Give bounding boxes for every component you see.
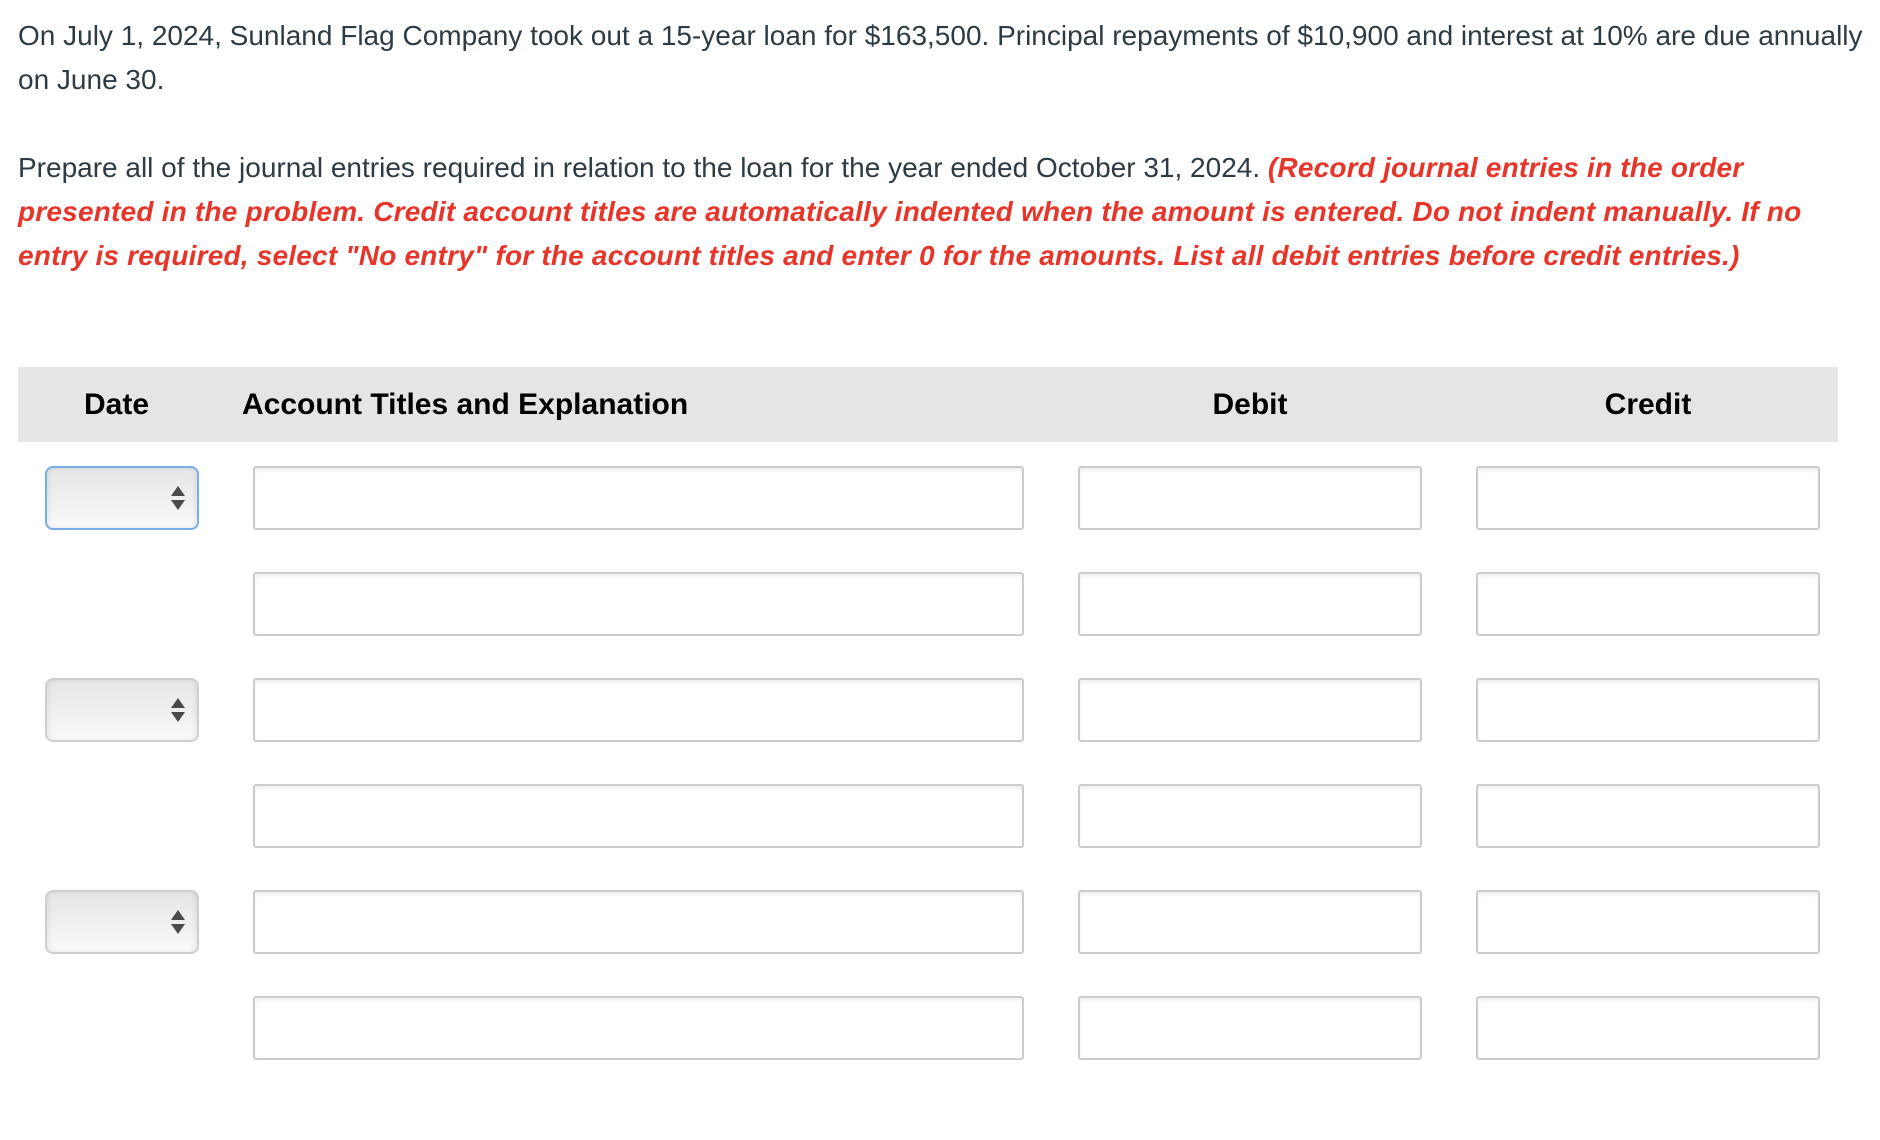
credit-input[interactable] [1476, 572, 1820, 636]
arrow-up-icon [171, 486, 185, 496]
account-title-input[interactable] [253, 678, 1024, 742]
journal-row [0, 996, 1880, 1062]
instructions-text: Prepare all of the journal entries requi… [18, 152, 1261, 183]
debit-input[interactable] [1078, 996, 1422, 1060]
arrow-down-icon [171, 924, 185, 934]
credit-input[interactable] [1476, 996, 1820, 1060]
arrow-up-icon [171, 698, 185, 708]
journal-row [0, 784, 1880, 850]
journal-row [0, 890, 1880, 956]
header-date: Date [84, 388, 150, 421]
debit-input[interactable] [1078, 784, 1422, 848]
credit-input[interactable] [1476, 466, 1820, 530]
credit-input[interactable] [1476, 678, 1820, 742]
debit-input[interactable] [1078, 678, 1422, 742]
account-title-input[interactable] [253, 996, 1024, 1060]
debit-input[interactable] [1078, 572, 1422, 636]
journal-row [0, 466, 1880, 532]
account-title-input[interactable] [253, 890, 1024, 954]
credit-input[interactable] [1476, 784, 1820, 848]
arrow-up-icon [171, 910, 185, 920]
header-account-titles: Account Titles and Explanation [242, 388, 689, 421]
credit-input[interactable] [1476, 890, 1820, 954]
journal-row [0, 572, 1880, 638]
instructions: Prepare all of the journal entries requi… [18, 146, 1878, 278]
debit-input[interactable] [1078, 890, 1422, 954]
select-arrows-icon [171, 486, 185, 512]
problem-statement: On July 1, 2024, Sunland Flag Company to… [18, 20, 1863, 95]
select-arrows-icon [171, 698, 185, 724]
select-arrows-icon [171, 910, 185, 936]
account-title-input[interactable] [253, 466, 1024, 530]
account-title-input[interactable] [253, 572, 1024, 636]
arrow-down-icon [171, 712, 185, 722]
account-title-input[interactable] [253, 784, 1024, 848]
debit-input[interactable] [1078, 466, 1422, 530]
header-debit: Debit [1212, 388, 1288, 421]
journal-row [0, 678, 1880, 744]
journal-table-header: Date Account Titles and Explanation Debi… [18, 367, 1838, 442]
arrow-down-icon [171, 500, 185, 510]
header-credit: Credit [1604, 388, 1692, 421]
